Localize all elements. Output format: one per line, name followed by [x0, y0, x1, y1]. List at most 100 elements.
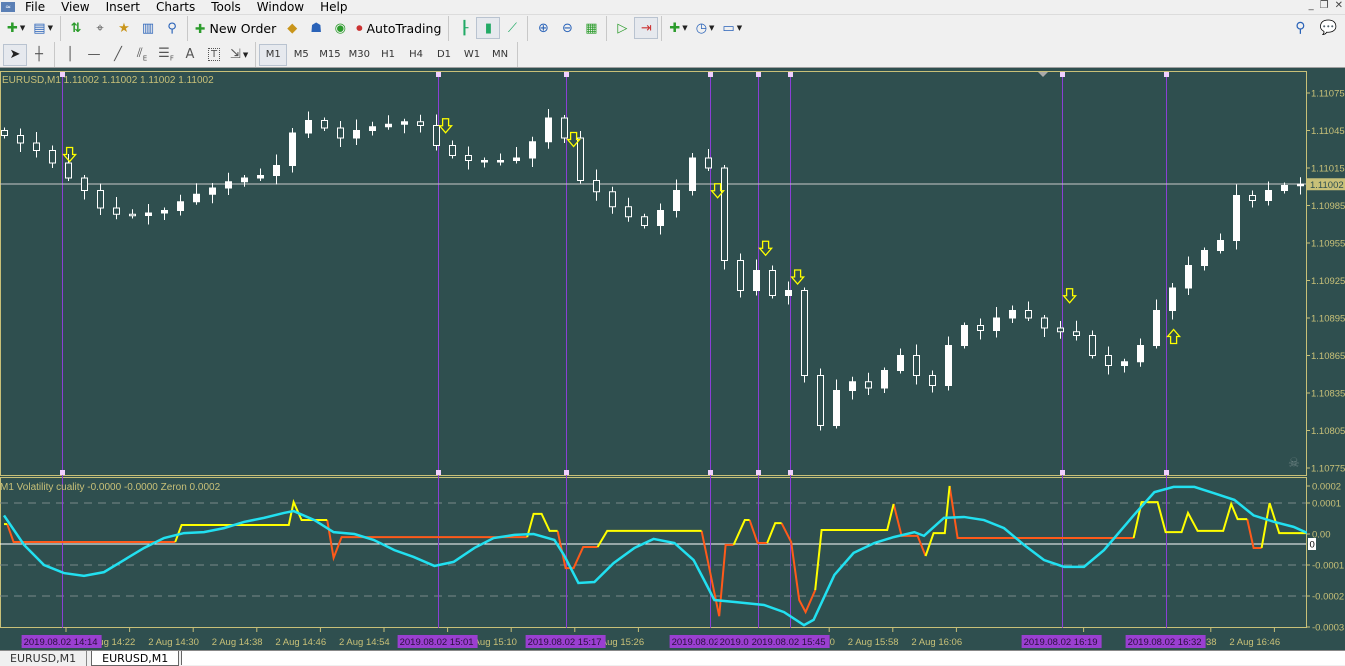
timeframe-m5[interactable]: M5: [287, 44, 315, 66]
candlesticks-button[interactable]: ▮: [476, 17, 501, 39]
time-label: 2 Aug 16:46: [1229, 637, 1280, 648]
zoom-out-icon: ⊖: [561, 20, 573, 36]
periods-icon: ◷: [695, 20, 708, 36]
indicators-icon: ✚: [669, 20, 681, 36]
timeframe-m1[interactable]: M1: [259, 43, 288, 66]
profiles-button[interactable]: ▤ ▼: [29, 17, 57, 39]
menu-window[interactable]: Window: [251, 1, 314, 13]
candle-bear: [705, 157, 712, 169]
time-label: 2 Aug 15:58: [848, 637, 899, 648]
chart-window[interactable]: ☠ EURUSD,M1 1.11002 1.11002 1.11002 1.11…: [0, 68, 1345, 650]
navigator-button[interactable]: ★: [112, 17, 136, 39]
equidistant-channel-button[interactable]: ⫽E: [130, 44, 154, 66]
timeframe-mn[interactable]: MN: [486, 44, 514, 66]
price-label: 1.10775: [1311, 464, 1345, 475]
candle-bear: [1073, 331, 1080, 336]
timeframe-h4[interactable]: H4: [402, 44, 430, 66]
marker-handle: [756, 72, 761, 77]
arrows-icon: ⇲: [230, 47, 241, 62]
terminal-button[interactable]: ▥: [136, 17, 160, 39]
menu-help[interactable]: Help: [314, 1, 357, 13]
timeframe-d1[interactable]: D1: [430, 44, 458, 66]
zoom-in-icon: ⊕: [537, 20, 549, 36]
candle-bull: [1153, 310, 1160, 346]
data-window-icon: ⌖: [96, 20, 104, 36]
candle-bull: [481, 160, 488, 163]
signals-icon: ☗: [310, 20, 323, 36]
indicators-button[interactable]: ✚ ▼: [665, 17, 691, 39]
chart-shift-button[interactable]: ▷: [610, 17, 634, 39]
vertical-line-button[interactable]: │: [58, 44, 82, 66]
autotrading-button[interactable]: ⏺ AutoTrading: [352, 17, 445, 39]
price-label: 1.10835: [1311, 389, 1345, 400]
strategy-tester-button[interactable]: ⚲: [160, 17, 184, 39]
candle-bear: [449, 145, 456, 156]
marker-handle: [60, 470, 65, 475]
candle-bull: [225, 181, 232, 189]
candle-bear: [81, 177, 88, 191]
menu-charts[interactable]: Charts: [150, 1, 205, 13]
candle-bear: [337, 127, 344, 139]
text-button[interactable]: A: [178, 44, 202, 66]
close-button[interactable]: ✕: [1335, 0, 1343, 11]
arrows-button[interactable]: ⇲ ▼: [226, 44, 252, 66]
minimize-button[interactable]: _: [1309, 0, 1314, 11]
new-chart-icon: ✚: [7, 20, 18, 36]
app-icon[interactable]: ≈: [1, 1, 15, 12]
data-window-button[interactable]: ⌖: [88, 17, 112, 39]
timeframe-m30[interactable]: M30: [345, 44, 374, 66]
search-icon[interactable]: ⚲: [1295, 20, 1305, 36]
candle-bear: [1089, 335, 1096, 356]
menu-insert[interactable]: Insert: [100, 1, 150, 13]
trendline-button[interactable]: ╱: [106, 44, 130, 66]
tile-windows-button[interactable]: ▦: [579, 17, 603, 39]
indicator-axis-label: -0.0003: [1312, 623, 1344, 634]
marker-handle: [708, 470, 713, 475]
periods-button[interactable]: ◷ ▼: [692, 17, 719, 39]
community-button[interactable]: ◉: [328, 17, 352, 39]
text-label-button[interactable]: T: [202, 44, 226, 66]
candle-bull: [385, 123, 392, 128]
candle-bear: [769, 270, 776, 296]
tab-eurusd-m1-1[interactable]: EURUSD,M1: [0, 651, 88, 666]
restore-button[interactable]: ❐: [1320, 0, 1329, 11]
zoom-in-button[interactable]: ⊕: [531, 17, 555, 39]
autoscroll-button[interactable]: ⇥: [634, 17, 659, 39]
candle-bear: [929, 375, 936, 386]
zoom-out-button[interactable]: ⊖: [555, 17, 579, 39]
timeframe-h1[interactable]: H1: [374, 44, 402, 66]
candle-bear: [801, 290, 808, 376]
fibonacci-retracement-button[interactable]: ☰F: [154, 44, 178, 66]
crosshair-button[interactable]: ┼: [27, 44, 51, 66]
tab-eurusd-m1-2[interactable]: EURUSD,M1: [91, 651, 180, 666]
timeframe-w1[interactable]: W1: [458, 44, 486, 66]
timeframe-m15[interactable]: M15: [315, 44, 344, 66]
autoscroll-icon: ⇥: [640, 20, 652, 36]
templates-button[interactable]: ▭ ▼: [718, 17, 746, 39]
horizontal-line-button[interactable]: —: [82, 44, 106, 66]
menu-tools[interactable]: Tools: [205, 1, 251, 13]
candle-bear: [593, 180, 600, 193]
candle-bear: [1041, 317, 1048, 329]
marker-handle: [564, 72, 569, 77]
menu-view[interactable]: View: [55, 1, 99, 13]
autotrading-label: AutoTrading: [366, 20, 442, 36]
candle-bull: [1265, 190, 1272, 201]
cursor-button[interactable]: ➤: [3, 43, 27, 66]
community-icon: ◉: [334, 20, 346, 36]
vertical-line-icon: │: [66, 47, 74, 62]
new-order-button[interactable]: ✚ New Order: [191, 17, 280, 39]
line-chart-button[interactable]: ⟋: [500, 17, 524, 39]
new-chart-button[interactable]: ✚ ▼: [3, 17, 29, 39]
line-chart-icon: ⟋: [507, 20, 517, 36]
candle-bull: [1137, 345, 1144, 363]
candle-bull: [401, 121, 408, 125]
market-watch-button[interactable]: ⇅: [64, 17, 88, 39]
menu-file[interactable]: File: [19, 1, 55, 13]
bar-chart-button[interactable]: ┠: [452, 17, 476, 39]
metaeditor-button[interactable]: ◆: [280, 17, 304, 39]
signals-button[interactable]: ☗: [304, 17, 328, 39]
candle-bear: [1, 130, 8, 136]
chat-icon[interactable]: 💬: [1320, 20, 1337, 36]
current-price-label: 1.11002: [1310, 180, 1344, 191]
